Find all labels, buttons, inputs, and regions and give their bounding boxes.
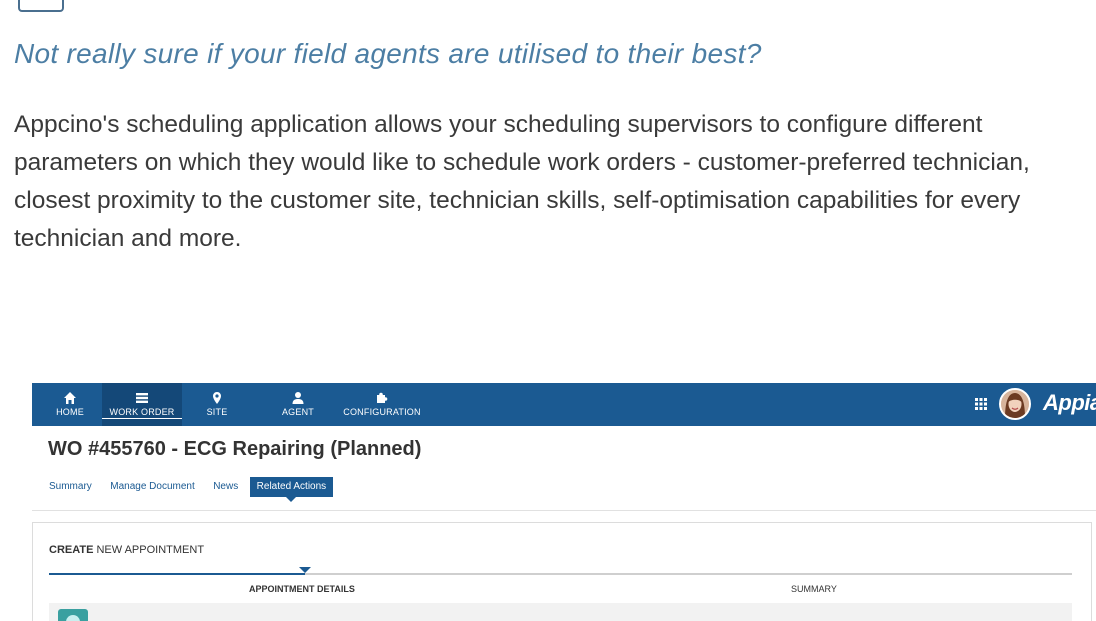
avatar-face-icon (1001, 390, 1029, 418)
appian-logo: Appian (1043, 390, 1096, 415)
step-appointment-details[interactable]: APPOINTMENT DETAILS (249, 584, 355, 594)
work-order-title: WO #455760 - ECG Repairing (Planned) (48, 438, 422, 460)
tabs-divider (32, 510, 1096, 511)
section-heading-icon (18, 0, 64, 12)
map-pin-icon (213, 392, 221, 404)
nav-home[interactable]: HOME (50, 383, 90, 426)
nav-site-label: SITE (206, 407, 228, 417)
nav-site[interactable]: SITE (202, 383, 232, 426)
tagline: Not really sure if your field agents are… (14, 38, 762, 69)
nav-agent-label: AGENT (281, 407, 314, 417)
puzzle-icon (377, 392, 388, 403)
nav-configuration[interactable]: CONFIGURATION (338, 383, 426, 426)
home-icon (64, 392, 76, 404)
tab-related-actions[interactable]: Related Actions (249, 477, 334, 502)
section-heading-crop (0, 0, 1096, 14)
description-paragraph: Appcino's scheduling application allows … (14, 111, 1030, 252)
tab-manage-document[interactable]: Manage Document (103, 477, 202, 497)
nav-configuration-label: CONFIGURATION (343, 407, 421, 417)
create-appointment-panel: CREATE NEW APPOINTMENT APPOINTMENT DETAI… (32, 522, 1092, 621)
nav-agent[interactable]: AGENT (278, 383, 318, 426)
work-order-tabs: Summary Manage Document News Related Act… (42, 476, 334, 502)
app-grid-icon[interactable] (975, 398, 987, 410)
tab-news[interactable]: News (206, 477, 245, 497)
appian-app-preview: HOME WORK ORDER SITE AGENT CONFIGURATION (32, 383, 1096, 621)
nav-work-order[interactable]: WORK ORDER (102, 383, 182, 426)
create-appointment-title: CREATE NEW APPOINTMENT (49, 544, 204, 556)
nav-home-label: HOME (56, 407, 84, 417)
wizard-progress-fill (49, 573, 305, 575)
list-icon (136, 393, 148, 403)
wizard-progress-track (49, 567, 1072, 575)
tab-summary[interactable]: Summary (42, 477, 99, 497)
step-summary[interactable]: SUMMARY (791, 584, 837, 594)
create-title-strong: CREATE (49, 544, 94, 556)
nav-work-order-label: WORK ORDER (102, 407, 182, 419)
top-navigation-bar: HOME WORK ORDER SITE AGENT CONFIGURATION (32, 383, 1096, 426)
user-icon (292, 392, 304, 404)
appointment-content-strip (49, 603, 1072, 621)
wizard-progress-marker (299, 567, 311, 573)
create-title-rest: NEW APPOINTMENT (93, 544, 205, 556)
user-avatar[interactable] (999, 388, 1031, 420)
appointment-type-icon (58, 609, 88, 621)
